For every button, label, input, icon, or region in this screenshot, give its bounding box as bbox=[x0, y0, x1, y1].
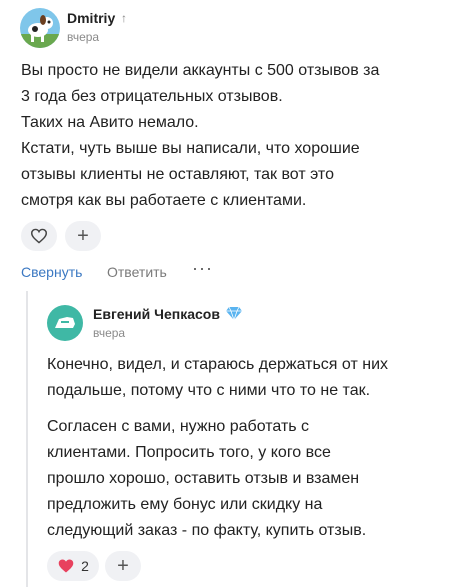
plus-icon: + bbox=[117, 555, 129, 577]
reply-text: Конечно, видел, и стараюсь держаться от … bbox=[47, 352, 432, 554]
add-reaction-button[interactable]: + bbox=[65, 221, 101, 251]
arrow-up-icon: ↑ bbox=[121, 11, 127, 25]
like-count: 2 bbox=[81, 558, 89, 574]
reply-line: предложить ему бонус или скидку на bbox=[47, 496, 323, 513]
reply-link[interactable]: Ответить bbox=[107, 264, 167, 280]
reply-line: клиентами. Попросить того, у кого все bbox=[47, 444, 331, 461]
collapse-link[interactable]: Свернуть bbox=[21, 264, 82, 280]
diamond-icon bbox=[226, 306, 242, 325]
reply-paragraph: Согласен с вами, нужно работать с клиент… bbox=[47, 414, 432, 544]
reply-line: следующий заказ - по факту, купить отзыв… bbox=[47, 522, 367, 539]
reply-line: Согласен с вами, нужно работать с bbox=[47, 418, 310, 435]
heart-icon bbox=[58, 559, 74, 573]
comment-date: вчера bbox=[93, 326, 126, 340]
avatar[interactable] bbox=[47, 305, 83, 341]
author-name[interactable]: Dmitriy bbox=[67, 10, 115, 26]
comment-line: Вы просто не видели аккаунты с 500 отзыв… bbox=[21, 62, 380, 79]
comment-text: Вы просто не видели аккаунты с 500 отзыв… bbox=[21, 58, 431, 214]
heart-icon bbox=[30, 228, 48, 244]
comment-line: Кстати, чуть выше вы написали, что хорош… bbox=[21, 140, 360, 157]
thread-line[interactable] bbox=[26, 291, 28, 587]
comment-line: Таких на Авито немало. bbox=[21, 114, 199, 131]
like-button[interactable]: 2 bbox=[47, 551, 99, 581]
comment-date: вчера bbox=[67, 30, 100, 44]
like-button[interactable] bbox=[21, 221, 57, 251]
plus-icon: + bbox=[77, 225, 89, 247]
comment-line: отзывы клиенты не оставляют, так вот это bbox=[21, 166, 334, 183]
comment-line: 3 года без отрицательных отзывов. bbox=[21, 88, 283, 105]
reply-line: Конечно, видел, и стараюсь держаться от … bbox=[47, 356, 389, 373]
author-name[interactable]: Евгений Чепкасов bbox=[93, 306, 220, 322]
reply-line: подальше, потому что с ними что то не та… bbox=[47, 382, 371, 399]
reply-line: прошло хорошо, оставить отзыв и взамен bbox=[47, 470, 360, 487]
comment-line: смотря как вы работаете с клиентами. bbox=[21, 192, 307, 209]
reply-paragraph: Конечно, видел, и стараюсь держаться от … bbox=[47, 352, 432, 404]
add-reaction-button[interactable]: + bbox=[105, 551, 141, 581]
more-options-button[interactable]: ··· bbox=[192, 258, 213, 279]
avatar[interactable] bbox=[20, 8, 60, 48]
